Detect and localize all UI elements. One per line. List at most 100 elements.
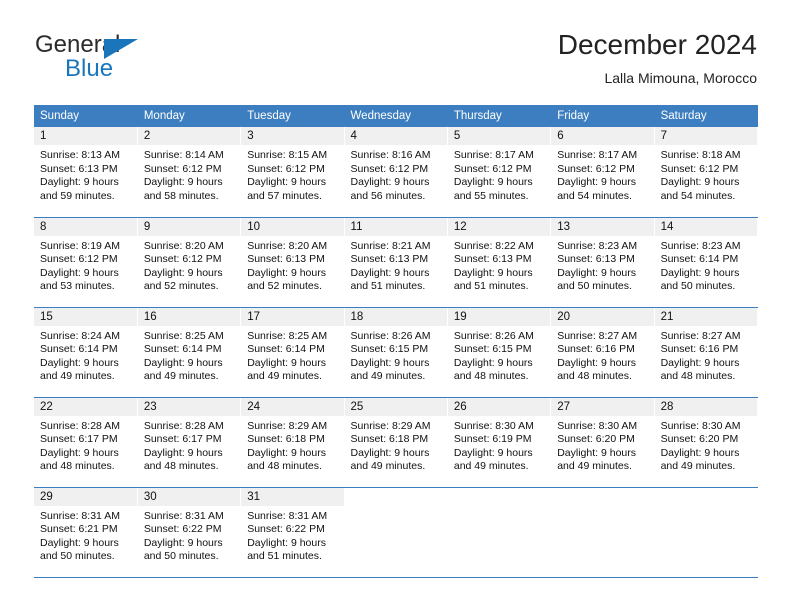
sunrise-time: Sunrise: 8:20 AM xyxy=(143,239,224,252)
calendar-day-cell-inner: 13 Sunrise: 8:23 AM Sunset: 6:13 PM Dayligh… xyxy=(551,217,654,307)
calendar-day-cell[interactable]: 13 Sunrise: 8:23 AM Sunset: 6:13 PM Dayligh… xyxy=(550,217,655,308)
daylight-duration-line2: and 48 minutes. xyxy=(453,370,529,383)
calendar-day-cell[interactable]: 23 Sunrise: 8:28 AM Sunset: 6:17 PM Dayligh… xyxy=(137,397,242,488)
day-number: 7 xyxy=(654,127,757,145)
calendar-day-cell[interactable]: 21 Sunrise: 8:27 AM Sunset: 6:16 PM Dayligh… xyxy=(654,307,759,398)
calendar-day-cell[interactable]: 28 Sunrise: 8:30 AM Sunset: 6:20 PM Dayligh… xyxy=(654,397,759,488)
calendar-day-cell[interactable]: 30 Sunrise: 8:31 AM Sunset: 6:22 PM Dayligh… xyxy=(137,487,242,578)
daylight-duration-line1: Daylight: 9 hours xyxy=(143,176,223,189)
sunrise-time: Sunrise: 8:23 AM xyxy=(660,239,741,252)
calendar-day-cell[interactable]: 7 Sunrise: 8:18 AM Sunset: 6:12 PM Daylight… xyxy=(654,127,759,218)
day-number: 5 xyxy=(447,127,551,145)
daylight-duration-line1: Daylight: 9 hours xyxy=(143,356,223,369)
daylight-duration-line2: and 58 minutes. xyxy=(143,189,219,202)
day-info: Sunrise: 8:19 AM Sunset: 6:12 PM Daylight:… xyxy=(34,236,137,294)
daylight-duration-line2: and 49 minutes. xyxy=(350,370,426,383)
calendar-day-cell-inner: 28 Sunrise: 8:30 AM Sunset: 6:20 PM Dayligh… xyxy=(654,397,757,487)
calendar-day-cell[interactable]: 16 Sunrise: 8:25 AM Sunset: 6:14 PM Dayligh… xyxy=(137,307,242,398)
calendar-day-cell-empty xyxy=(550,487,655,578)
sunset-time: Sunset: 6:14 PM xyxy=(40,343,118,356)
sunset-time: Sunset: 6:21 PM xyxy=(40,523,118,536)
calendar-day-cell[interactable]: 2 Sunrise: 8:14 AM Sunset: 6:12 PM Daylight… xyxy=(137,127,242,218)
daylight-duration-line1: Daylight: 9 hours xyxy=(453,356,533,369)
day-number: 27 xyxy=(551,397,654,416)
sunrise-time: Sunrise: 8:25 AM xyxy=(247,329,328,342)
calendar-day-cell[interactable]: 31 Sunrise: 8:31 AM Sunset: 6:22 PM Dayligh… xyxy=(240,487,345,578)
calendar-day-cell[interactable]: 8 Sunrise: 8:19 AM Sunset: 6:12 PM Daylight… xyxy=(34,217,138,308)
daylight-duration-line2: and 54 minutes. xyxy=(557,189,632,202)
day-info: Sunrise: 8:26 AM Sunset: 6:15 PM Daylight:… xyxy=(345,326,447,384)
day-number: 8 xyxy=(34,217,137,236)
day-info: Sunrise: 8:17 AM Sunset: 6:12 PM Daylight:… xyxy=(551,145,653,203)
calendar-day-cell-inner: 17 Sunrise: 8:25 AM Sunset: 6:14 PM Dayligh… xyxy=(241,307,344,397)
sunset-time: Sunset: 6:12 PM xyxy=(40,253,118,266)
daylight-duration-line1: Daylight: 9 hours xyxy=(40,176,119,189)
sunset-time: Sunset: 6:12 PM xyxy=(453,162,532,175)
day-number: 12 xyxy=(447,217,551,236)
calendar-day-cell[interactable]: 1 Sunrise: 8:13 AM Sunset: 6:13 PM Daylight… xyxy=(34,127,138,218)
calendar-day-cell[interactable]: 22 Sunrise: 8:28 AM Sunset: 6:17 PM Dayligh… xyxy=(34,397,138,488)
sunset-time: Sunset: 6:13 PM xyxy=(350,253,429,266)
day-number: 26 xyxy=(447,397,551,416)
weekday-header-sunday: Sunday xyxy=(34,105,138,127)
calendar-week-row: 22 Sunrise: 8:28 AM Sunset: 6:17 PM Dayligh… xyxy=(34,397,759,488)
calendar-day-cell-empty xyxy=(654,487,759,578)
daylight-duration-line1: Daylight: 9 hours xyxy=(557,176,637,189)
daylight-duration-line1: Daylight: 9 hours xyxy=(660,176,740,189)
daylight-duration-line1: Daylight: 9 hours xyxy=(453,176,533,189)
sunset-time: Sunset: 6:16 PM xyxy=(557,343,635,356)
sunrise-time: Sunrise: 8:22 AM xyxy=(453,239,534,252)
sunrise-time: Sunrise: 8:14 AM xyxy=(143,149,224,161)
calendar-week-row: 15 Sunrise: 8:24 AM Sunset: 6:14 PM Dayligh… xyxy=(34,307,759,398)
sunrise-time: Sunrise: 8:13 AM xyxy=(40,149,120,161)
daylight-duration-line1: Daylight: 9 hours xyxy=(660,356,740,369)
calendar-day-cell-inner: 12 Sunrise: 8:22 AM Sunset: 6:13 PM Dayligh… xyxy=(447,217,551,307)
weekday-header-row: Sunday Monday Tuesday Wednesday Thursday… xyxy=(34,105,758,127)
calendar-day-cell[interactable]: 5 Sunrise: 8:17 AM Sunset: 6:12 PM Daylight… xyxy=(447,127,552,218)
daylight-duration-line2: and 48 minutes. xyxy=(40,460,115,473)
day-number: 11 xyxy=(344,217,447,236)
calendar-day-cell[interactable]: 25 Sunrise: 8:29 AM Sunset: 6:18 PM Dayligh… xyxy=(344,397,448,488)
calendar-day-cell[interactable]: 10 Sunrise: 8:20 AM Sunset: 6:13 PM Dayligh… xyxy=(240,217,345,308)
calendar-day-cell[interactable]: 29 Sunrise: 8:31 AM Sunset: 6:21 PM Dayligh… xyxy=(34,487,138,578)
sunrise-time: Sunrise: 8:16 AM xyxy=(350,149,431,161)
calendar-day-cell[interactable]: 24 Sunrise: 8:29 AM Sunset: 6:18 PM Dayligh… xyxy=(240,397,345,488)
weekday-header-saturday: Saturday xyxy=(654,105,758,127)
calendar-day-cell[interactable]: 26 Sunrise: 8:30 AM Sunset: 6:19 PM Dayligh… xyxy=(447,397,552,488)
calendar-day-cell[interactable]: 27 Sunrise: 8:30 AM Sunset: 6:20 PM Dayligh… xyxy=(550,397,655,488)
daylight-duration-line1: Daylight: 9 hours xyxy=(557,356,637,369)
sunset-time: Sunset: 6:17 PM xyxy=(143,433,222,446)
day-info: Sunrise: 8:25 AM Sunset: 6:14 PM Daylight:… xyxy=(241,326,343,384)
daylight-duration-line2: and 50 minutes. xyxy=(143,550,219,563)
calendar-day-cell[interactable]: 17 Sunrise: 8:25 AM Sunset: 6:14 PM Dayligh… xyxy=(240,307,345,398)
calendar-day-cell-inner: 9 Sunrise: 8:20 AM Sunset: 6:12 PM Daylight… xyxy=(137,217,241,307)
calendar-day-cell[interactable]: 11 Sunrise: 8:21 AM Sunset: 6:13 PM Dayligh… xyxy=(344,217,448,308)
calendar-day-cell-inner: 22 Sunrise: 8:28 AM Sunset: 6:17 PM Dayligh… xyxy=(34,397,137,487)
daylight-duration-line1: Daylight: 9 hours xyxy=(40,536,119,549)
calendar-day-cell[interactable]: 4 Sunrise: 8:16 AM Sunset: 6:12 PM Daylight… xyxy=(344,127,448,218)
calendar-day-cell[interactable]: 14 Sunrise: 8:23 AM Sunset: 6:14 PM Dayligh… xyxy=(654,217,759,308)
weekday-header-tuesday: Tuesday xyxy=(240,105,345,127)
calendar-day-cell[interactable]: 19 Sunrise: 8:26 AM Sunset: 6:15 PM Dayligh… xyxy=(447,307,552,398)
calendar-day-cell[interactable]: 3 Sunrise: 8:15 AM Sunset: 6:12 PM Daylight… xyxy=(240,127,345,218)
daylight-duration-line2: and 48 minutes. xyxy=(660,370,736,383)
day-number: 19 xyxy=(447,307,551,326)
general-blue-logo[interactable]: General Blue xyxy=(35,33,235,89)
calendar-day-cell[interactable]: 18 Sunrise: 8:26 AM Sunset: 6:15 PM Dayligh… xyxy=(344,307,448,398)
day-info: Sunrise: 8:29 AM Sunset: 6:18 PM Daylight:… xyxy=(345,416,447,474)
sunrise-time: Sunrise: 8:19 AM xyxy=(40,239,120,252)
calendar-day-cell-inner: 18 Sunrise: 8:26 AM Sunset: 6:15 PM Dayligh… xyxy=(344,307,447,397)
calendar-day-cell-inner: 11 Sunrise: 8:21 AM Sunset: 6:13 PM Dayligh… xyxy=(344,217,447,307)
sunset-time: Sunset: 6:14 PM xyxy=(143,343,222,356)
calendar-day-cell[interactable]: 9 Sunrise: 8:20 AM Sunset: 6:12 PM Daylight… xyxy=(137,217,242,308)
calendar-day-cell[interactable]: 12 Sunrise: 8:22 AM Sunset: 6:13 PM Dayligh… xyxy=(447,217,552,308)
calendar-day-cell-inner: 15 Sunrise: 8:24 AM Sunset: 6:14 PM Dayligh… xyxy=(34,307,137,397)
calendar-day-cell-inner: 30 Sunrise: 8:31 AM Sunset: 6:22 PM Dayligh… xyxy=(137,487,241,577)
calendar-day-cell[interactable]: 6 Sunrise: 8:17 AM Sunset: 6:12 PM Daylight… xyxy=(550,127,655,218)
daylight-duration-line2: and 55 minutes. xyxy=(453,189,529,202)
day-number: 30 xyxy=(137,487,241,506)
calendar-day-cell[interactable]: 15 Sunrise: 8:24 AM Sunset: 6:14 PM Dayligh… xyxy=(34,307,138,398)
day-number: 21 xyxy=(654,307,757,326)
sunset-time: Sunset: 6:18 PM xyxy=(350,433,429,446)
calendar-day-cell[interactable]: 20 Sunrise: 8:27 AM Sunset: 6:16 PM Dayligh… xyxy=(550,307,655,398)
